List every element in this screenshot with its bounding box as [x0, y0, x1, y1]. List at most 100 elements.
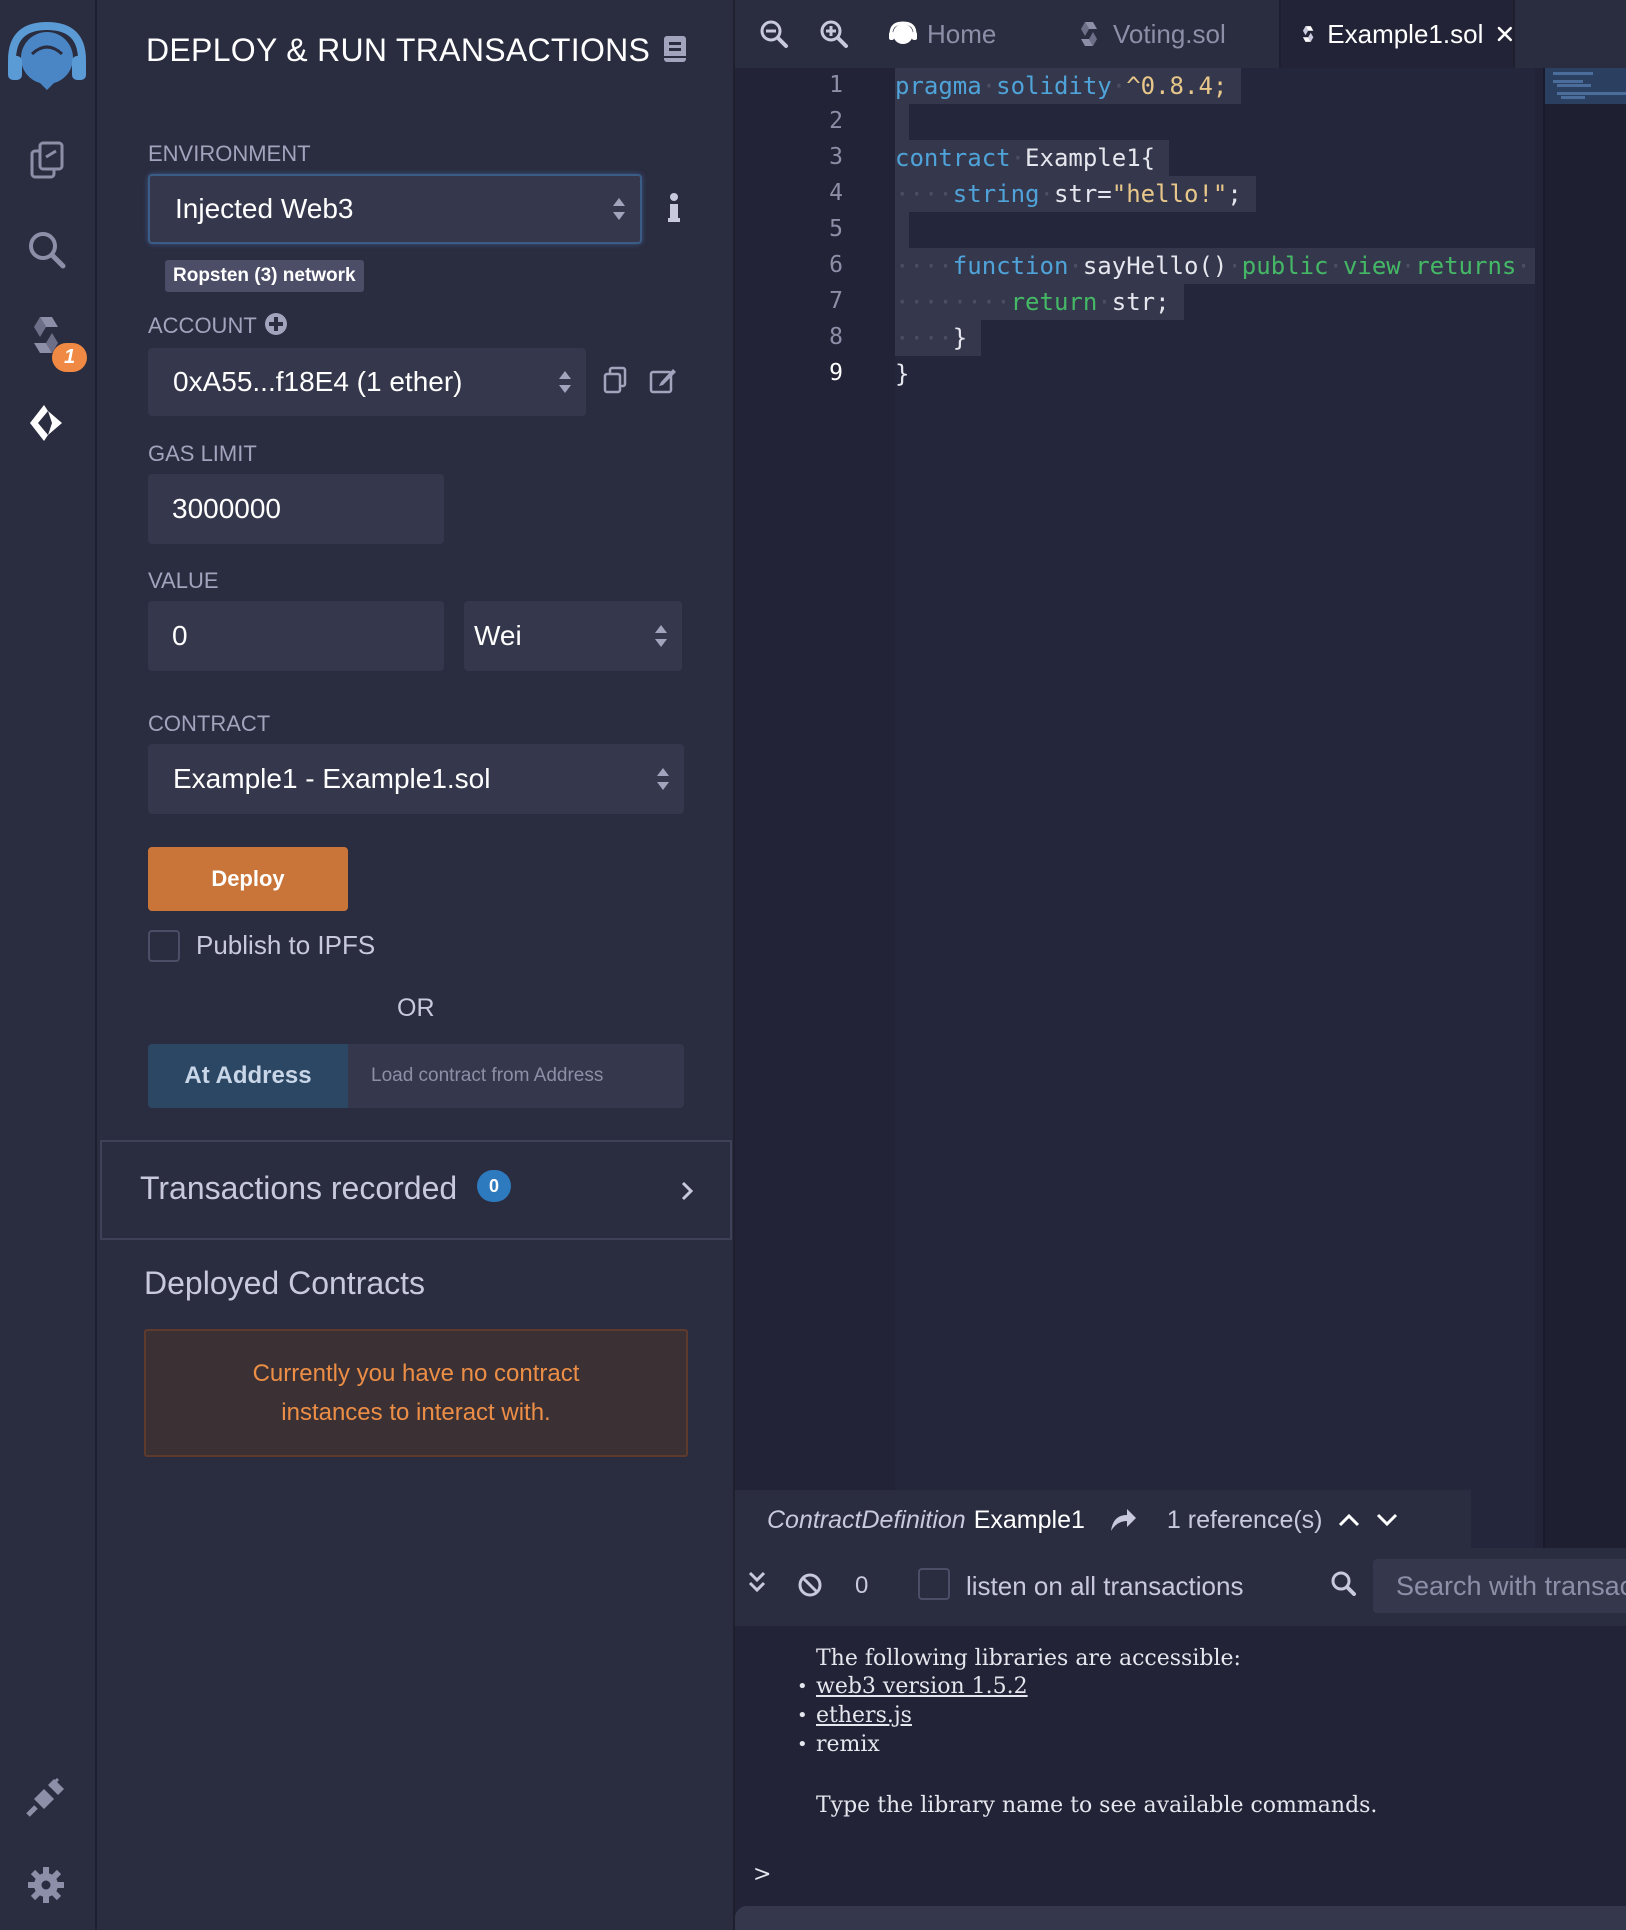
code-line-2 [895, 104, 909, 140]
line-number: 7 [829, 288, 843, 314]
line-gutter: 1 2 3 4 5 6 7 8 9 [735, 68, 895, 1548]
value-label: VALUE [148, 568, 219, 593]
publish-ipfs-label: Publish to IPFS [196, 930, 376, 960]
network-badge: Ropsten (3) network [165, 260, 364, 292]
go-to-definition-icon[interactable] [1109, 1507, 1137, 1533]
reference-bar: ContractDefinition Example1 1 reference(… [735, 1490, 1471, 1550]
code-line-4: ···· string · str= "hello!"; [895, 176, 1256, 212]
panel-title: DEPLOY & RUN TRANSACTIONS [146, 32, 651, 68]
code-token: ^0.8.4; [1126, 72, 1228, 100]
code-token: returns [1415, 252, 1517, 280]
contract-value: Example1 - Example1.sol [173, 763, 491, 794]
library-link-ethers[interactable]: ethers.js [816, 1703, 912, 1728]
line-number: 5 [829, 216, 843, 242]
remix-logo-icon[interactable] [4, 16, 90, 94]
edit-icon[interactable] [649, 366, 677, 394]
select-arrows-icon [613, 198, 625, 220]
chevron-up-icon[interactable] [1337, 1512, 1361, 1528]
tab-example1-label: Example1.sol [1327, 18, 1484, 49]
remix-icon [889, 21, 917, 44]
publish-ipfs-checkbox[interactable] [148, 930, 180, 962]
tab-home-label: Home [927, 18, 997, 49]
contract-label: CONTRACT [148, 711, 271, 736]
value-unit-select[interactable]: Wei [464, 601, 682, 671]
bullet: • [797, 1676, 808, 1697]
minimap-line [1557, 84, 1591, 87]
line-number: 1 [829, 72, 843, 98]
file-explorer-icon[interactable] [21, 136, 71, 186]
gas-limit-input[interactable]: 3000000 [148, 474, 444, 544]
tab-voting-sol[interactable]: Voting.sol [1075, 0, 1255, 68]
at-address-button[interactable]: At Address [148, 1044, 348, 1108]
bullet: • [797, 1734, 808, 1755]
search-icon [1331, 1571, 1356, 1596]
library-link-web3[interactable]: web3 version 1.5.2 [816, 1674, 1028, 1699]
code-line-1: pragma · solidity · ^0.8.4; [895, 68, 1242, 104]
code-line-5 [895, 212, 909, 248]
account-select[interactable]: 0xA55...f18E4 (1 ether) [148, 348, 586, 416]
code-line-6: ···· function · sayHello() · public · view · retu… [895, 248, 1535, 284]
line-number: 8 [829, 324, 843, 350]
at-address-input[interactable]: Load contract from Address [348, 1044, 684, 1108]
line-number: 3 [829, 144, 843, 170]
zoom-in-icon[interactable] [819, 19, 849, 49]
transactions-recorded-card[interactable]: Transactions recorded 0 [100, 1140, 732, 1240]
code-token: return [1010, 288, 1098, 316]
alert-line-2: instances to interact with. [281, 1399, 551, 1426]
select-arrows-icon [657, 768, 669, 790]
terminal-output[interactable]: The following libraries are accessible: … [735, 1626, 1626, 1930]
deploy-run-icon[interactable] [21, 398, 71, 448]
add-account-icon[interactable] [264, 312, 288, 336]
environment-select[interactable]: Injected Web3 [148, 174, 642, 244]
code-token: view [1342, 252, 1401, 280]
code-token: pragma [895, 72, 982, 100]
code-token: solidity [996, 72, 1112, 100]
chevron-right-icon[interactable] [680, 1180, 694, 1202]
code-editor[interactable]: 1 2 3 4 5 6 7 8 9 pragma · solidity · ^0.8.4… [735, 68, 1626, 1548]
solidity-file-icon [1081, 22, 1097, 46]
contract-select[interactable]: Example1 - Example1.sol [148, 744, 684, 814]
code-token: ; [1227, 180, 1242, 208]
clear-console-icon[interactable] [797, 1572, 823, 1598]
tab-example1-sol[interactable]: Example1.sol [1279, 0, 1515, 68]
terminal-scrollbar[interactable] [735, 1906, 1626, 1930]
zoom-out-icon[interactable] [759, 19, 789, 49]
terminal-prompt[interactable]: > [753, 1862, 771, 1887]
plugin-manager-icon[interactable] [21, 1772, 71, 1822]
listen-all-checkbox[interactable] [918, 1568, 950, 1600]
reference-count: 1 reference(s) [1166, 1505, 1323, 1534]
reference-kind: ContractDefinition [767, 1505, 966, 1534]
search-icon[interactable] [21, 224, 71, 274]
copy-icon[interactable] [601, 366, 629, 394]
chevron-down-icon[interactable] [1375, 1512, 1399, 1528]
code-area[interactable]: pragma · solidity · ^0.8.4; contract · Example… [895, 68, 1535, 1548]
tab-home[interactable]: Home [889, 0, 1057, 68]
minimap[interactable] [1543, 68, 1626, 1548]
code-token: "hello!" [1111, 180, 1228, 208]
or-separator: OR [397, 994, 435, 1022]
bullet: • [797, 1705, 808, 1726]
collapse-terminal-icon[interactable] [747, 1570, 767, 1596]
gas-limit-label: GAS LIMIT [148, 441, 257, 466]
code-token: str; [1111, 288, 1170, 316]
info-icon[interactable] [666, 192, 682, 224]
value-input[interactable]: 0 [148, 601, 444, 671]
deployed-contracts-title: Deployed Contracts [144, 1265, 426, 1301]
environment-label: ENVIRONMENT [148, 141, 311, 166]
pending-tx-count: 0 [855, 1572, 869, 1599]
terminal-search-input[interactable]: Search with transaction hash or address [1373, 1559, 1626, 1613]
close-icon[interactable] [1497, 22, 1513, 46]
documentation-icon[interactable] [662, 34, 688, 64]
alert-line-1: Currently you have no contract [252, 1360, 580, 1387]
code-token: sayHello() [1082, 252, 1228, 280]
terminal-intro: The following libraries are accessible: [816, 1646, 1241, 1671]
deploy-button[interactable]: Deploy [148, 847, 348, 911]
code-line-9: } [895, 356, 909, 392]
account-label: ACCOUNT [148, 313, 257, 338]
code-token: function [952, 252, 1069, 280]
code-line-7: ········ return · str; [895, 284, 1184, 320]
code-line-8: ····} [895, 320, 982, 356]
icon-rail: 1 [0, 0, 97, 1930]
settings-icon[interactable] [21, 1860, 71, 1910]
solidity-file-icon [1302, 26, 1314, 42]
